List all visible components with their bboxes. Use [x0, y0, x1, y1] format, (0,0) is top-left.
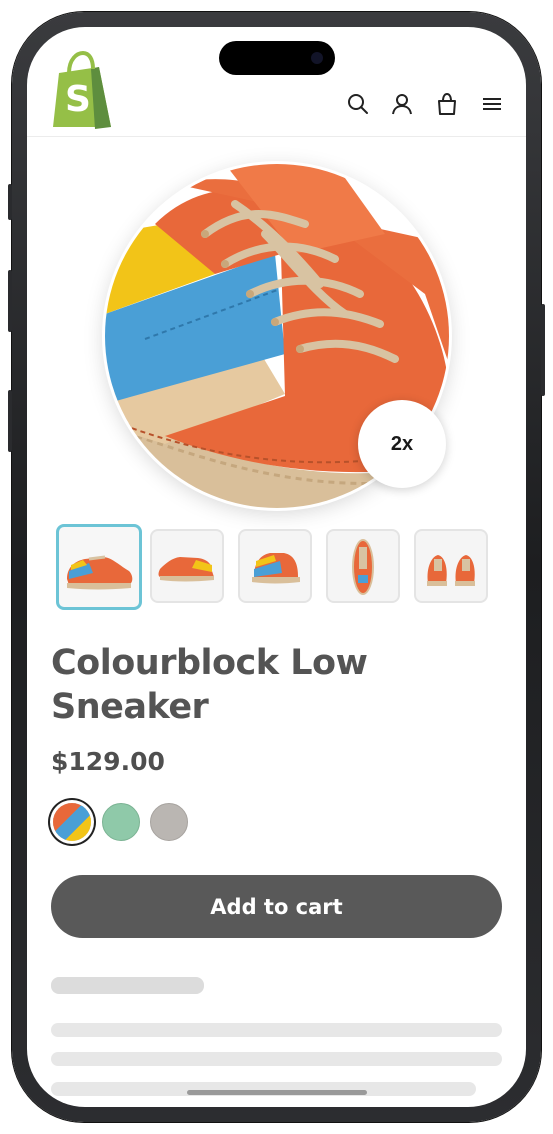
- zoom-level-badge[interactable]: 2x: [358, 400, 446, 488]
- thumbnail-side-view-left[interactable]: [150, 529, 224, 603]
- swatch-multicolour[interactable]: [53, 803, 91, 841]
- shopify-logo-icon[interactable]: S: [47, 49, 117, 129]
- power-button: [541, 304, 545, 396]
- skeleton-line: [51, 1023, 502, 1037]
- home-indicator[interactable]: [187, 1090, 367, 1095]
- add-to-cart-button[interactable]: Add to cart: [51, 875, 502, 938]
- swatch-grey[interactable]: [150, 803, 188, 841]
- cart-bag-icon[interactable]: [434, 91, 460, 117]
- menu-icon[interactable]: [479, 91, 505, 117]
- dynamic-island: [219, 41, 335, 75]
- thumbnail-back-view[interactable]: [238, 529, 312, 603]
- swatch-green[interactable]: [102, 803, 140, 841]
- volume-down-button: [8, 390, 12, 452]
- action-button: [8, 184, 12, 220]
- phone-screen: S 2x Colourblock Low Sneaker $129.00 Add…: [27, 27, 526, 1107]
- thumbnail-top-view[interactable]: [326, 529, 400, 603]
- thumbnail-front-pair[interactable]: [414, 529, 488, 603]
- skeleton-heading: [51, 977, 204, 994]
- account-icon[interactable]: [389, 91, 415, 117]
- search-icon[interactable]: [345, 91, 371, 117]
- thumbnail-strip: [56, 524, 496, 610]
- skeleton-line: [51, 1052, 502, 1066]
- volume-up-button: [8, 270, 12, 332]
- product-title: Colourblock Low Sneaker: [51, 643, 368, 727]
- thumbnail-side-view[interactable]: [56, 524, 142, 610]
- svg-text:S: S: [65, 79, 91, 120]
- product-price: $129.00: [51, 747, 165, 776]
